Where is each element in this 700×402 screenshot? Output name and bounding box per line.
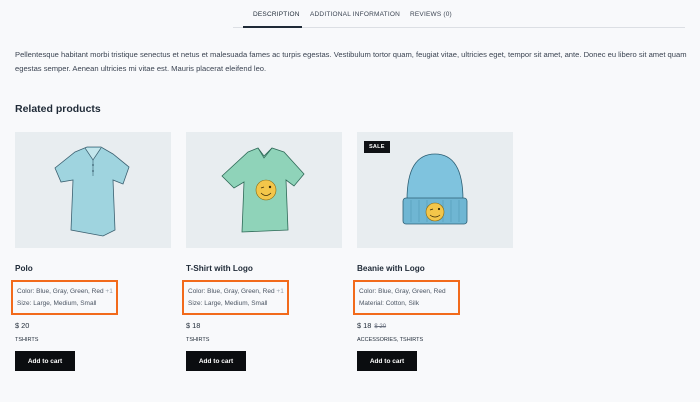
product-name[interactable]: Beanie with Logo	[357, 264, 425, 273]
add-to-cart-button[interactable]: Add to cart	[15, 351, 75, 371]
product-tabs: Description Additional information Revie…	[0, 0, 700, 28]
product-price: $ 18 $ 20	[357, 321, 387, 330]
tab-reviews[interactable]: Reviews (0)	[410, 11, 452, 18]
product-card-polo: Polo Color: Blue, Gray, Green, Red +1 Si…	[11, 132, 171, 371]
related-products-heading: Related products	[15, 103, 101, 115]
product-attributes-highlight: Color: Blue, Gray, Green, Red +1 Size: L…	[182, 280, 289, 315]
attribute-size: Size: Large, Medium, Small	[17, 300, 97, 307]
product-card-beanie-logo: SALE Beanie with Logo Color: Blue, Gray,…	[353, 132, 513, 371]
product-price: $ 20	[15, 321, 30, 330]
product-description: Pellentesque habitant morbi tristique se…	[15, 50, 687, 73]
tab-additional-information[interactable]: Additional information	[310, 11, 400, 18]
old-price: $ 20	[374, 324, 387, 330]
product-categories[interactable]: ACCESSORIES, TSHIRTS	[357, 337, 423, 343]
attribute-material: Material: Cotton, Silk	[359, 300, 419, 307]
product-categories[interactable]: TSHIRTS	[15, 337, 38, 343]
product-name[interactable]: Polo	[15, 264, 33, 273]
product-image[interactable]: SALE	[357, 132, 513, 248]
tshirt-logo-icon	[221, 147, 305, 233]
product-image[interactable]	[15, 132, 171, 248]
attribute-color: Color: Blue, Gray, Green, Red +1	[188, 288, 284, 295]
attribute-color: Color: Blue, Gray, Green, Red	[359, 288, 446, 295]
attribute-size: Size: Large, Medium, Small	[188, 300, 268, 307]
active-tab-indicator	[243, 26, 302, 28]
product-categories[interactable]: TSHIRTS	[186, 337, 209, 343]
attribute-color: Color: Blue, Gray, Green, Red +1	[17, 288, 113, 295]
add-to-cart-button[interactable]: Add to cart	[186, 351, 246, 371]
add-to-cart-button[interactable]: Add to cart	[357, 351, 417, 371]
product-image[interactable]	[186, 132, 342, 248]
tab-description[interactable]: Description	[253, 11, 300, 18]
product-price: $ 18	[186, 321, 201, 330]
product-name[interactable]: T-Shirt with Logo	[186, 264, 253, 273]
product-card-tshirt-logo: T-Shirt with Logo Color: Blue, Gray, Gre…	[182, 132, 342, 371]
polo-shirt-icon	[54, 146, 130, 237]
sale-badge: SALE	[364, 141, 390, 153]
product-attributes-highlight: Color: Blue, Gray, Green, Red Material: …	[353, 280, 460, 315]
product-attributes-highlight: Color: Blue, Gray, Green, Red +1 Size: L…	[11, 280, 118, 315]
